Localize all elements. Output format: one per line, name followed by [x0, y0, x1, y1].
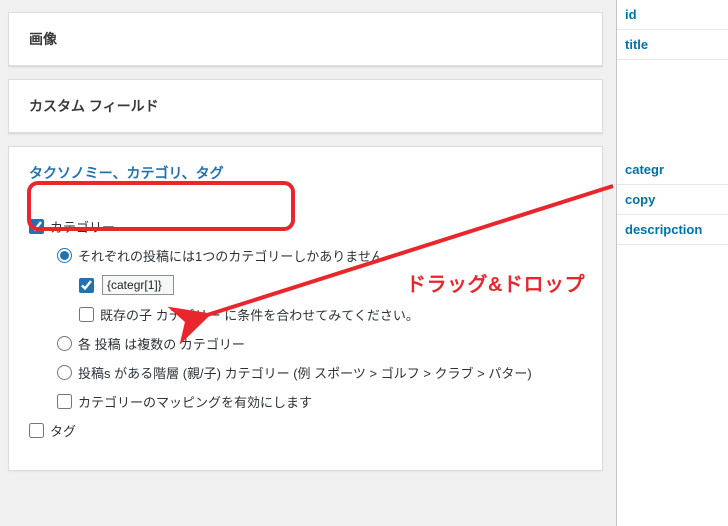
- tag-checkbox[interactable]: [29, 423, 44, 438]
- row-category: カテゴリー: [29, 217, 582, 236]
- token-checkbox[interactable]: [79, 278, 94, 293]
- mapping-label: カテゴリーのマッピングを有効にします: [78, 392, 312, 411]
- row-single-cat: それぞれの投稿には1つのカテゴリーしかありません: [57, 246, 582, 265]
- row-hier-cat: 投稿s がある階層 (親/子) カテゴリー (例 スポーツ > ゴルフ > クラ…: [57, 363, 582, 382]
- metabox-custom-fields-title[interactable]: カスタム フィールド: [9, 80, 602, 133]
- tag-label: タグ: [50, 421, 76, 440]
- metabox-taxonomy: タクソノミー、カテゴリ、タグ カテゴリー それぞれの投稿には1つのカテゴリーしか…: [8, 146, 603, 471]
- drag-field-title[interactable]: title: [617, 30, 728, 60]
- draggable-fields-panel: id title categr copy descripction: [616, 0, 728, 526]
- drag-field-id[interactable]: id: [617, 0, 728, 30]
- child-hint-checkbox[interactable]: [79, 307, 94, 322]
- hier-category-label: 投稿s がある階層 (親/子) カテゴリー (例 スポーツ > ゴルフ > クラ…: [78, 363, 532, 382]
- multi-category-label: 各 投稿 は複数の カテゴリー: [78, 334, 245, 353]
- metabox-taxonomy-title[interactable]: タクソノミー、カテゴリ、タグ: [9, 147, 602, 199]
- row-mapping: カテゴリーのマッピングを有効にします: [57, 392, 582, 411]
- drag-field-categr[interactable]: categr: [617, 155, 728, 185]
- drag-gap: [617, 60, 728, 155]
- main-column: 画像 カスタム フィールド タクソノミー、カテゴリ、タグ カテゴリー それぞれの…: [8, 0, 603, 471]
- drag-field-descripction[interactable]: descripction: [617, 215, 728, 245]
- hier-category-radio[interactable]: [57, 365, 72, 380]
- single-category-radio[interactable]: [57, 248, 72, 263]
- metabox-image-title[interactable]: 画像: [9, 13, 602, 66]
- token-input[interactable]: [102, 275, 174, 295]
- drag-field-copy[interactable]: copy: [617, 185, 728, 215]
- child-hint-label: 既存の子 カテゴリー に条件を合わせてみてください。: [100, 305, 419, 324]
- category-label: カテゴリー: [50, 217, 115, 236]
- mapping-checkbox[interactable]: [57, 394, 72, 409]
- metabox-taxonomy-body: カテゴリー それぞれの投稿には1つのカテゴリーしかありません 既存の子 カテゴリ…: [9, 199, 602, 470]
- metabox-custom-fields: カスタム フィールド: [8, 79, 603, 134]
- category-checkbox[interactable]: [29, 219, 44, 234]
- single-category-label: それぞれの投稿には1つのカテゴリーしかありません: [78, 246, 384, 265]
- metabox-image: 画像: [8, 12, 603, 67]
- multi-category-radio[interactable]: [57, 336, 72, 351]
- row-child-hint: 既存の子 カテゴリー に条件を合わせてみてください。: [79, 305, 582, 324]
- row-tag: タグ: [29, 421, 582, 440]
- row-multi-cat: 各 投稿 は複数の カテゴリー: [57, 334, 582, 353]
- annotation-label: ドラッグ&ドロップ: [406, 268, 585, 297]
